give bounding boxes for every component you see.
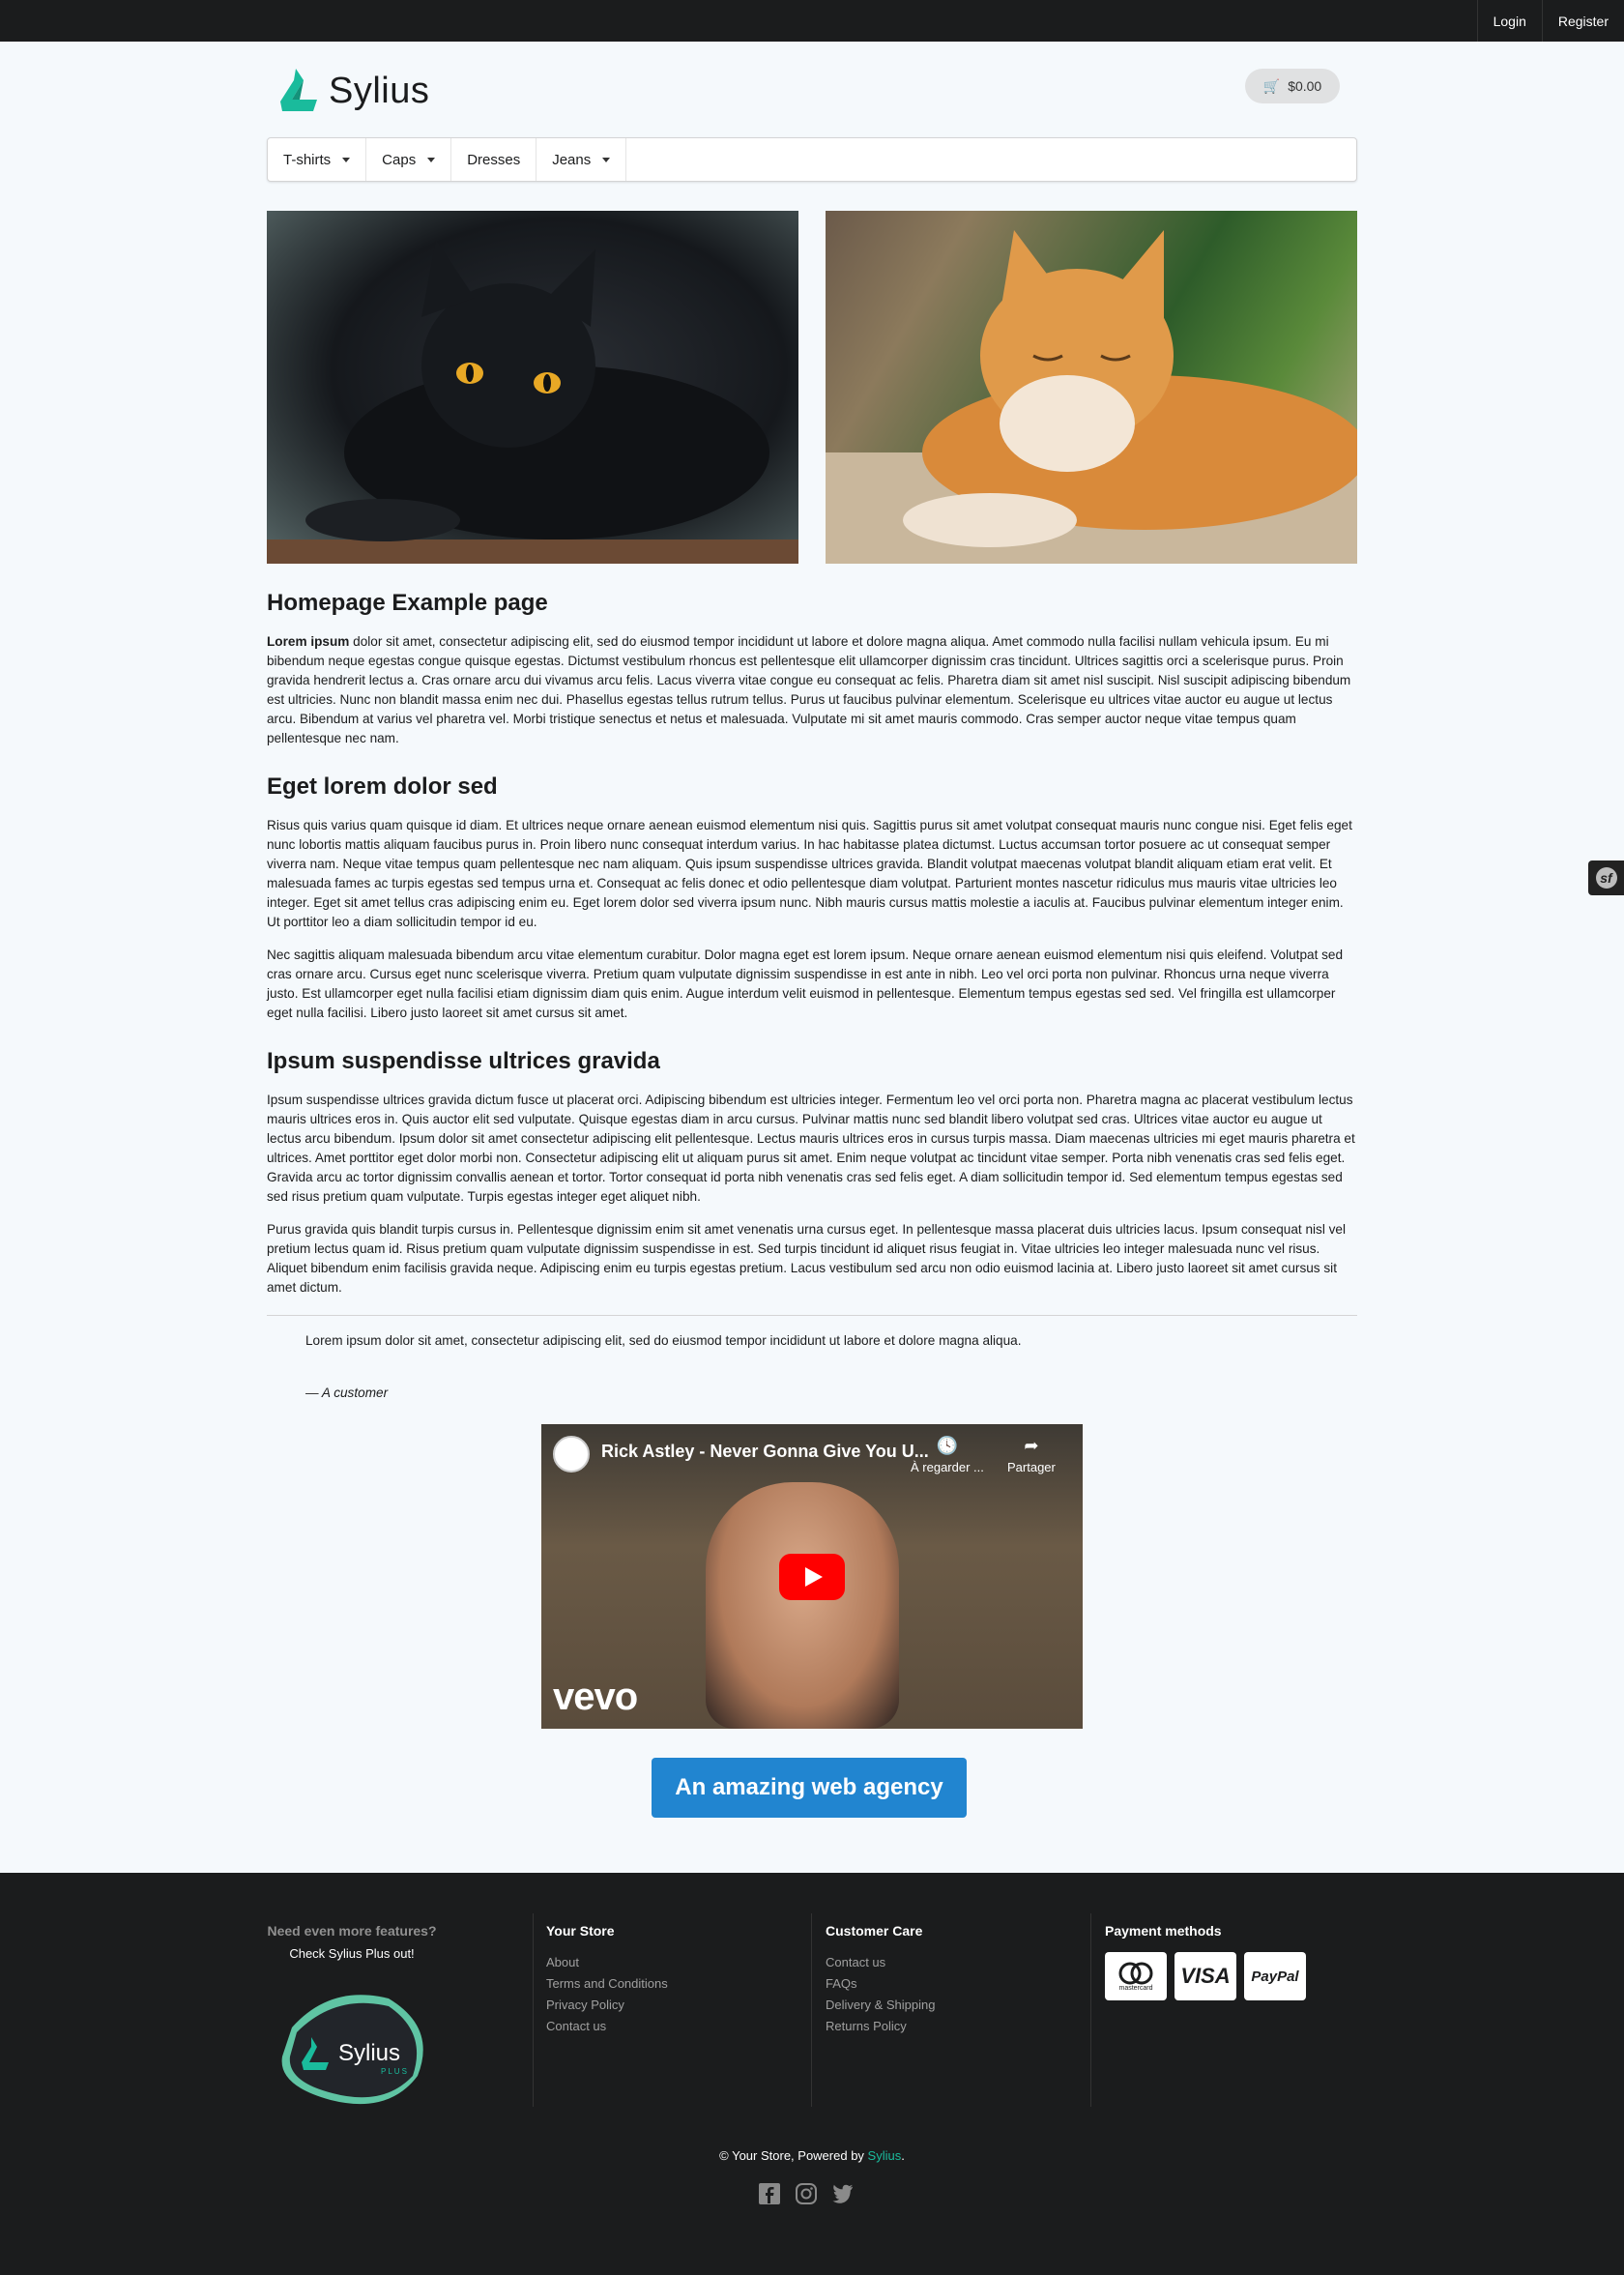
share-label: Partager: [1007, 1460, 1056, 1474]
dropdown-caret-icon: [342, 157, 351, 162]
paragraph: Ipsum suspendisse ultrices gravida dictu…: [267, 1093, 1355, 1204]
quote-text: Lorem ipsum dolor sit amet, consectetur …: [305, 1333, 1022, 1348]
youtube-video-embed[interactable]: Rick Astley - Never Gonna Give You U... …: [541, 1424, 1083, 1729]
dropdown-caret-icon: [427, 157, 436, 162]
watch-later-button[interactable]: 🕓 À regarder ...: [911, 1436, 984, 1474]
watch-later-label: À regarder ...: [911, 1460, 984, 1474]
plus-logo-sub: PLUS: [381, 2067, 409, 2076]
footer-link-faqs[interactable]: FAQs: [826, 1973, 935, 1995]
footer-your-store: Your Store About Terms and Conditions Pr…: [546, 1923, 668, 2037]
footer-customer-care-title: Customer Care: [826, 1923, 923, 1939]
footer-link-about[interactable]: About: [546, 1952, 668, 1973]
visa-logo: VISA: [1174, 1952, 1236, 2000]
intro-paragraph: Lorem ipsum dolor sit amet, consectetur …: [267, 632, 1357, 748]
footer-your-store-title: Your Store: [546, 1923, 615, 1939]
footer-customer-care: Customer Care Contact us FAQs Delivery &…: [826, 1923, 935, 2037]
menu-item-tshirts[interactable]: T-shirts: [268, 138, 367, 181]
menu-item-label: T-shirts: [283, 151, 332, 168]
footer-link-returns[interactable]: Returns Policy: [826, 2016, 935, 2037]
quote-author: — A customer: [305, 1385, 389, 1400]
sylius-logo[interactable]: Sylius: [278, 67, 429, 115]
sylius-plus-promo: Need even more features? Check Sylius Pl…: [267, 1923, 437, 2105]
video-title[interactable]: Rick Astley - Never Gonna Give You U...: [601, 1442, 929, 1462]
cart-button[interactable]: 🛒 $0.00: [1245, 69, 1340, 103]
top-bar: Login Register: [0, 0, 1624, 42]
share-icon: ➦: [1024, 1436, 1039, 1455]
section-title: Ipsum suspendisse ultrices gravida: [267, 1048, 660, 1074]
copyright-suffix: .: [901, 2148, 905, 2163]
page-title: Homepage Example page: [267, 590, 548, 616]
share-button[interactable]: ➦ Partager: [1007, 1436, 1056, 1474]
menu-item-label: Dresses: [467, 151, 521, 168]
cart-icon: 🛒: [1262, 77, 1281, 94]
menu-item-caps[interactable]: Caps: [366, 138, 452, 181]
footer-divider: [533, 1913, 534, 2107]
register-link[interactable]: Register: [1541, 0, 1624, 42]
category-menu: T-shirts Caps Dresses Jeans: [267, 137, 1357, 182]
cta-button[interactable]: An amazing web agency: [652, 1758, 967, 1818]
clock-icon: 🕓: [936, 1436, 959, 1455]
footer: Need even more features? Check Sylius Pl…: [0, 1873, 1624, 2275]
footer-payment-title: Payment methods: [1105, 1923, 1222, 1939]
menu-item-label: Caps: [382, 151, 417, 168]
paypal-logo: PayPal: [1244, 1952, 1306, 2000]
vevo-watermark: vevo: [553, 1676, 638, 1718]
footer-link-contact-us[interactable]: Contact us: [826, 1952, 935, 1973]
header: Sylius 🛒 $0.00: [267, 61, 1357, 119]
social-links: [758, 2182, 855, 2205]
cart-total: $0.00: [1288, 78, 1322, 94]
paragraph: Purus gravida quis blandit turpis cursus…: [267, 1222, 1347, 1295]
menu-item-jeans[interactable]: Jeans: [536, 138, 627, 181]
video-thumbnail: [706, 1482, 899, 1729]
intro-bold: Lorem ipsum: [267, 634, 350, 649]
symfony-toolbar-toggle[interactable]: sf: [1588, 860, 1624, 895]
footer-link-contact[interactable]: Contact us: [546, 2016, 668, 2037]
login-link[interactable]: Login: [1476, 0, 1542, 42]
blockquote: Lorem ipsum dolor sit amet, consectetur …: [267, 1315, 1357, 1403]
play-button[interactable]: [779, 1554, 845, 1600]
channel-avatar[interactable]: [553, 1436, 590, 1473]
copyright: © Your Store, Powered by Sylius.: [0, 2148, 1624, 2163]
sylius-plus-logo[interactable]: Sylius PLUS: [273, 1989, 427, 2105]
black-cat-image: [267, 211, 798, 564]
facebook-icon[interactable]: [758, 2182, 781, 2205]
payment-logos: mastercard VISA PayPal: [1105, 1952, 1306, 2000]
plus-check-link[interactable]: Check Sylius Plus out!: [267, 1946, 437, 1961]
sylius-link[interactable]: Sylius: [868, 2148, 902, 2163]
instagram-icon[interactable]: [795, 2182, 818, 2205]
intro-text: dolor sit amet, consectetur adipiscing e…: [267, 634, 1351, 745]
footer-link-privacy[interactable]: Privacy Policy: [546, 1995, 668, 2016]
menu-item-label: Jeans: [552, 151, 592, 168]
dropdown-caret-icon: [602, 157, 611, 162]
section-title: Eget lorem dolor sed: [267, 773, 498, 800]
page-content: Homepage Example page Lorem ipsum dolor …: [267, 588, 1357, 1416]
orange-cat-image: [826, 211, 1357, 564]
menu-item-dresses[interactable]: Dresses: [451, 138, 537, 181]
plus-logo-text: Sylius: [338, 2040, 400, 2066]
brand-name: Sylius: [329, 70, 430, 111]
footer-link-terms[interactable]: Terms and Conditions: [546, 1973, 668, 1995]
plus-question: Need even more features?: [267, 1923, 437, 1939]
paragraph: Risus quis varius quam quisque id diam. …: [267, 818, 1352, 929]
symfony-icon: sf: [1595, 867, 1617, 889]
footer-link-delivery[interactable]: Delivery & Shipping: [826, 1995, 935, 2016]
copyright-prefix: © Your Store, Powered by: [719, 2148, 868, 2163]
footer-divider: [811, 1913, 812, 2107]
sylius-logo-icon: [280, 69, 317, 111]
mastercard-logo: mastercard: [1105, 1952, 1167, 2000]
twitter-icon[interactable]: [831, 2182, 855, 2205]
footer-divider: [1090, 1913, 1091, 2107]
footer-payment-methods: Payment methods mastercard VISA PayPal: [1105, 1923, 1306, 2000]
paragraph: Nec sagittis aliquam malesuada bibendum …: [267, 948, 1344, 1020]
